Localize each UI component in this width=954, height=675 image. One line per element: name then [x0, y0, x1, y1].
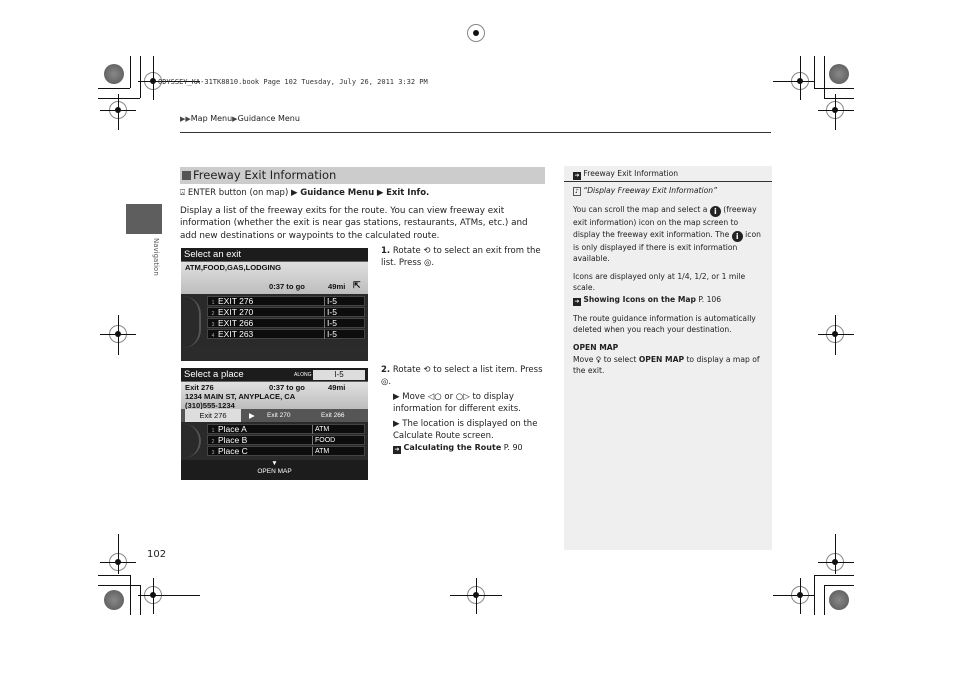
- place-info-panel: Exit 276 0:37 to go 49mi 1234 MAIN ST, ANY…: [181, 382, 368, 410]
- tab-exit[interactable]: Exit 276: [185, 409, 241, 422]
- cross-reference-icon: ➜: [393, 446, 401, 454]
- press-dial-icon: ◎: [423, 257, 432, 268]
- select-place-screen: Select a place ALONG I-5 Exit 276 0:37 to…: [181, 368, 368, 480]
- menu-path: ⍓ ENTER button (on map) ▶ Guidance Menu …: [180, 188, 430, 198]
- list-item[interactable]: 1 EXIT 276 I-5: [207, 296, 365, 306]
- step-2: 2. Rotate ⟲ to select a list item. Press…: [381, 365, 546, 455]
- rotate-dial-icon: ⟲: [423, 365, 431, 375]
- list-item[interactable]: 4 EXIT 263 I-5: [207, 329, 365, 339]
- breadcrumb: ▶▶Map Menu▶Guidance Menu: [180, 114, 300, 123]
- page-number: 102: [147, 549, 167, 560]
- print-slug: ODYSSEY_KA-31TK8810.book Page 102 Tuesda…: [158, 78, 428, 86]
- chapter-tab: [126, 204, 162, 234]
- along-label: ALONG: [294, 372, 312, 378]
- step-1: 1. Rotate ⟲ to select an exit from the l…: [381, 246, 541, 268]
- along-road: I-5: [313, 370, 365, 380]
- list-item[interactable]: 3 Place C ATM: [207, 446, 365, 456]
- dial-graphic: [183, 424, 201, 458]
- rotate-dial-icon: ⟲: [423, 246, 431, 256]
- exit-categories: ATM,FOOD,GAS,LODGING: [185, 263, 282, 272]
- list-item[interactable]: 1 Place A ATM: [207, 424, 365, 434]
- exit-tabs: Exit 276 ▶ Exit 270 Exit 266: [181, 409, 368, 422]
- cross-reference-link[interactable]: Calculating the Route: [404, 443, 502, 452]
- square-bullet-icon: [182, 171, 191, 180]
- sidebar-paragraph: The route guidance information is automa…: [573, 313, 756, 335]
- bullet-note: ▶ The location is displayed on the Calcu…: [393, 419, 538, 454]
- bullet-note: ▶ Move ◁○ or ○▷ to display information f…: [393, 392, 521, 414]
- list-item[interactable]: 3 EXIT 266 I-5: [207, 318, 365, 328]
- sidebar-heading: ➜ Freeway Exit Information: [564, 166, 772, 182]
- arrow-right-icon: ▶: [249, 411, 255, 420]
- joystick-icon: ♀: [595, 354, 602, 364]
- registration-ball: [104, 64, 124, 84]
- cursor-icon: ⇱: [353, 280, 361, 290]
- select-exit-screen: Select an exit ATM,FOOD,GAS,LODGING 0:37…: [181, 248, 368, 361]
- section-heading: Freeway Exit Information: [180, 167, 545, 184]
- place-list: 1 Place A ATM 2 Place B FOOD 3 Place C ATM: [181, 422, 368, 460]
- registration-ball: [829, 590, 849, 610]
- interface-dial-icon: ⍓: [180, 188, 186, 198]
- registration-ball: [104, 590, 124, 610]
- dial-graphic: [183, 296, 201, 348]
- cross-reference-link[interactable]: Showing Icons on the Map: [583, 295, 696, 304]
- sidebar-paragraph: You can scroll the map and select a i (f…: [573, 205, 761, 263]
- tab-exit[interactable]: Exit 270: [267, 409, 291, 422]
- sidebar-notes: ➜ Freeway Exit Information ♪ “Display Fr…: [564, 166, 772, 550]
- open-map-button[interactable]: ▼ OPEN MAP: [181, 460, 368, 480]
- exit-list: 1 EXIT 276 I-5 2 EXIT 270 I-5 3 EXIT 266 I-5 4…: [181, 294, 368, 348]
- time-to-go: 0:37 to go: [269, 282, 305, 291]
- breadcrumb-item[interactable]: Map Menu: [191, 114, 232, 123]
- registration-ball: [829, 64, 849, 84]
- section-description: Display a list of the freeway exits for …: [180, 206, 528, 241]
- voice-command: ♪ “Display Freeway Exit Information”: [573, 186, 718, 196]
- info-icon: i: [709, 206, 721, 218]
- sidebar-paragraph: Icons are displayed only at 1/4, 1/2, or…: [573, 272, 746, 306]
- list-item[interactable]: 2 Place B FOOD: [207, 435, 365, 445]
- sidebar-paragraph: OPEN MAP Move ♀ to select OPEN MAP to dis…: [573, 343, 760, 375]
- arrow-icon: ▶▶: [180, 115, 191, 123]
- breadcrumb-item[interactable]: Guidance Menu: [238, 114, 300, 123]
- press-dial-icon: ◎: [381, 376, 389, 387]
- chapter-label: Navigation: [152, 238, 160, 276]
- exit-info-panel: ATM,FOOD,GAS,LODGING 0:37 to go 49mi ⇱: [181, 262, 368, 294]
- list-item[interactable]: 2 EXIT 270 I-5: [207, 307, 365, 317]
- screen-title: Select an exit: [181, 248, 368, 262]
- distance: 49mi: [328, 282, 346, 291]
- cross-reference-icon: ➜: [573, 297, 581, 306]
- chevron-down-icon: ▼: [271, 460, 278, 467]
- voice-icon: ♪: [573, 187, 581, 196]
- screen-title: Select a place ALONG I-5: [181, 368, 368, 382]
- info-icon: i: [731, 230, 743, 242]
- tab-exit[interactable]: Exit 266: [321, 409, 345, 422]
- divider: [180, 132, 771, 133]
- cross-reference-icon: ➜: [573, 172, 581, 180]
